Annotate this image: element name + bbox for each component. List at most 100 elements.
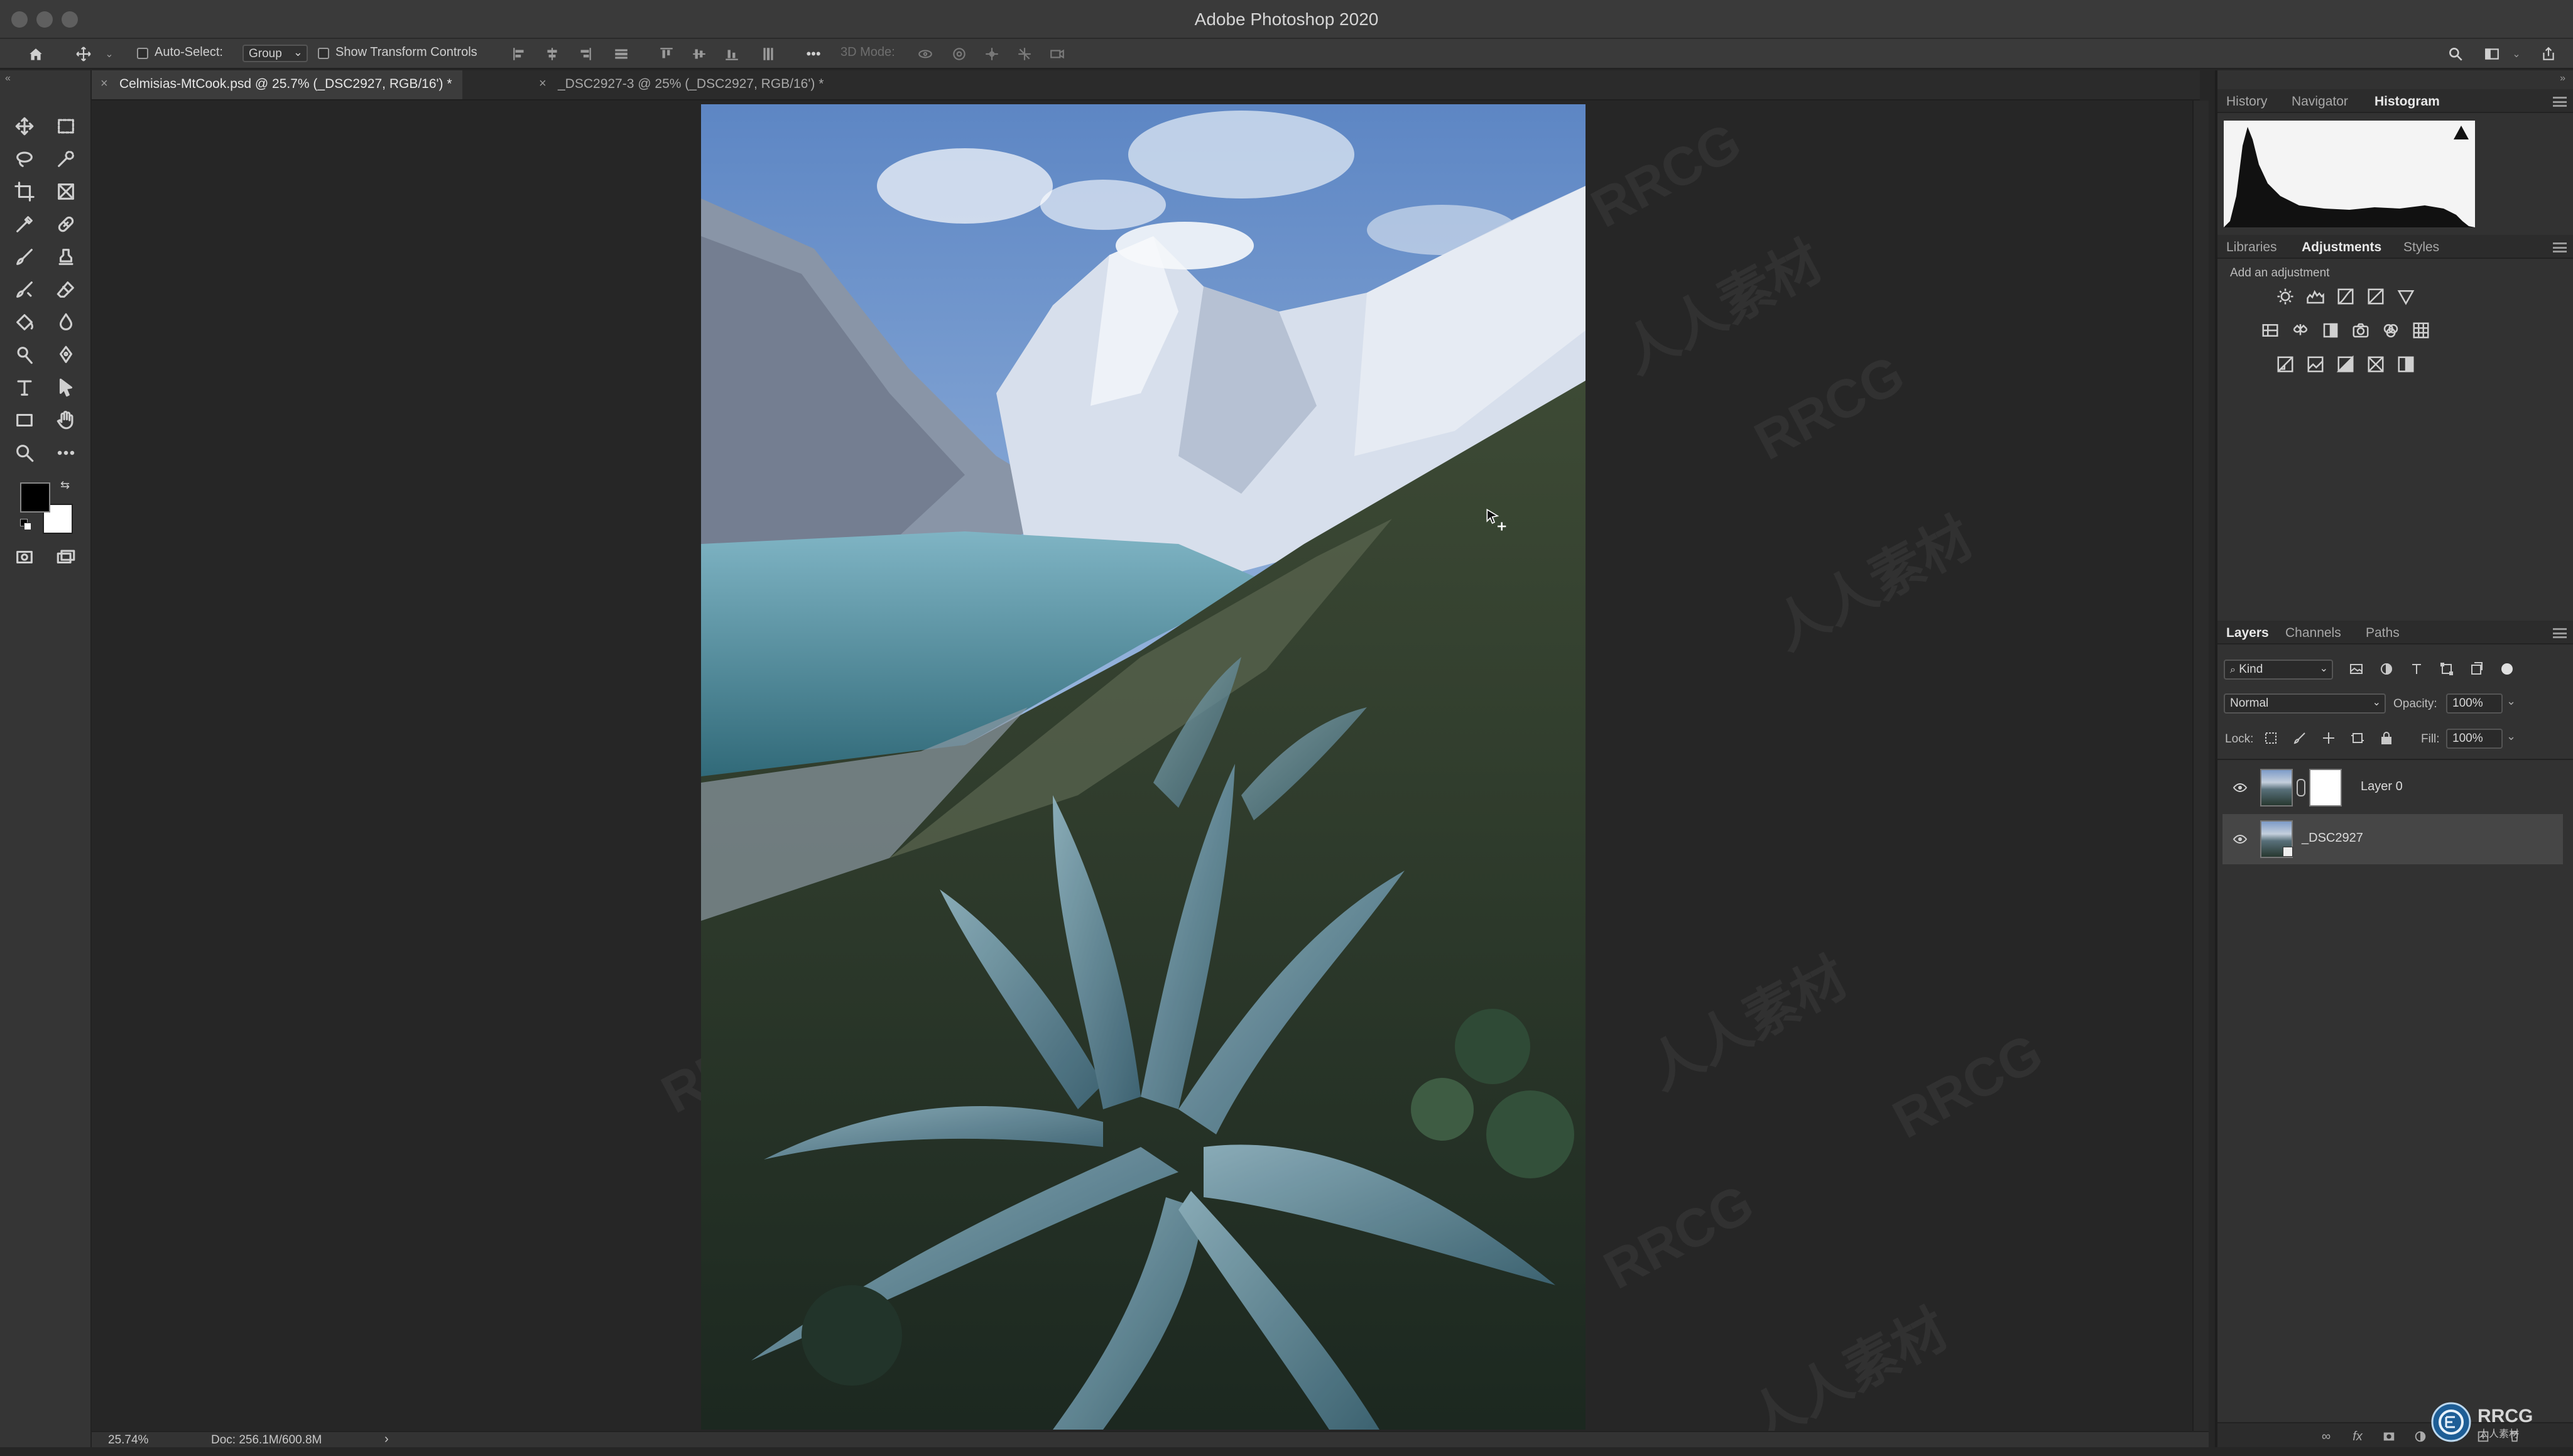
lock-transparent-icon[interactable] [2263,730,2279,746]
dodge-tool-icon[interactable] [9,340,40,369]
vertical-scrollbar[interactable] [2192,101,2209,1431]
tab-channels[interactable]: Channels [2285,626,2341,641]
panel-menu-icon[interactable] [2553,628,2567,638]
exposure-icon[interactable] [2364,285,2387,308]
stamp-tool-icon[interactable] [50,242,82,271]
selective-color-icon[interactable] [2364,353,2387,376]
more-tools-icon[interactable] [50,438,82,467]
document-tab-active[interactable]: × Celmisias-MtCook.psd @ 25.7% (_DSC2927… [92,70,462,99]
vibrance-icon[interactable] [2395,285,2417,308]
more-options-icon[interactable]: ••• [805,46,822,62]
quick-mask-icon[interactable] [9,543,40,572]
crop-tool-icon[interactable] [9,177,40,206]
gradient-map-icon[interactable] [2395,353,2417,376]
tab-navigator[interactable]: Navigator [2292,94,2348,109]
3d-pan-icon[interactable] [984,46,1000,62]
move-tool-icon[interactable] [9,112,40,141]
type-tool-icon[interactable] [9,373,40,402]
opacity-input[interactable]: 100% [2446,693,2503,714]
brush-tool-icon[interactable] [9,242,40,271]
chevron-down-icon[interactable]: ⌄ [2506,730,2516,743]
home-icon[interactable] [25,44,46,65]
levels-icon[interactable] [2304,285,2327,308]
chevron-down-icon[interactable]: ⌄ [2506,695,2516,708]
eraser-tool-icon[interactable] [50,275,82,304]
zoom-tool-icon[interactable] [9,438,40,467]
link-layers-icon[interactable]: ∞ [2318,1428,2334,1445]
tab-libraries[interactable]: Libraries [2226,240,2277,255]
3d-slide-icon[interactable] [1016,46,1033,62]
collapse-panels-icon[interactable]: » [2560,73,2565,84]
threshold-icon[interactable] [2334,353,2357,376]
tab-adjustments[interactable]: Adjustments [2302,240,2381,255]
add-mask-icon[interactable] [2381,1428,2397,1445]
auto-select-checkbox[interactable] [137,48,148,59]
posterize-icon[interactable] [2304,353,2327,376]
screen-mode-icon[interactable] [50,543,82,572]
panel-menu-icon[interactable] [2553,242,2567,253]
filter-shape-icon[interactable] [2439,661,2455,677]
align-left-icon[interactable] [511,46,528,62]
collapse-arrows-icon[interactable]: « [5,73,11,84]
healing-tool-icon[interactable] [50,210,82,239]
filter-pixel-icon[interactable] [2348,661,2364,677]
layer-mask-thumbnail[interactable] [2309,769,2342,807]
layer-style-fx-icon[interactable]: fx [2349,1428,2366,1445]
layer-filter-kind[interactable]: ⌕ Kind ⌄ [2224,660,2333,680]
default-colors-icon[interactable] [20,519,33,531]
color-balance-icon[interactable] [2289,319,2312,342]
blend-mode-dropdown[interactable]: Normal ⌄ [2224,693,2386,714]
search-icon[interactable] [2447,46,2464,62]
lock-position-icon[interactable] [2320,730,2337,746]
blur-tool-icon[interactable] [50,308,82,337]
history-brush-tool-icon[interactable] [9,275,40,304]
lock-artboard-icon[interactable] [2349,730,2366,746]
lock-image-icon[interactable] [2292,730,2308,746]
zoom-level[interactable]: 25.74% [108,1433,148,1447]
align-middle-v-icon[interactable] [691,46,707,62]
move-tool-preset-icon[interactable] [75,46,92,62]
filter-adjustment-icon[interactable] [2378,661,2395,677]
transform-controls-checkbox[interactable] [318,48,329,59]
brightness-contrast-icon[interactable] [2274,285,2297,308]
tab-styles[interactable]: Styles [2403,240,2439,255]
rectangle-tool-icon[interactable] [9,406,40,435]
chevron-down-icon[interactable]: ⌄ [2511,46,2521,62]
pen-tool-icon[interactable] [50,340,82,369]
swap-colors-icon[interactable]: ⇆ [60,479,70,492]
channel-mixer-icon[interactable] [2380,319,2402,342]
marquee-tool-icon[interactable] [50,112,82,141]
workspace-icon[interactable] [2484,46,2500,62]
close-tab-icon[interactable]: × [101,77,108,91]
frame-tool-icon[interactable] [50,177,82,206]
document-tab[interactable]: × _DSC2927-3 @ 25% (_DSC2927, RGB/16') * [530,70,834,99]
visibility-eye-icon[interactable] [2233,780,2248,795]
new-adjustment-layer-icon[interactable] [2412,1428,2429,1445]
hand-tool-icon[interactable] [50,406,82,435]
distribute-icon[interactable] [613,46,629,62]
3d-camera-icon[interactable] [1049,46,1065,62]
filter-toggle[interactable] [2501,663,2513,675]
tab-histogram[interactable]: Histogram [2374,94,2440,109]
align-top-icon[interactable] [658,46,675,62]
document-image[interactable] [701,104,1586,1430]
tab-layers[interactable]: Layers [2226,626,2269,641]
tab-paths[interactable]: Paths [2366,626,2400,641]
eyedropper-tool-icon[interactable] [9,210,40,239]
path-selection-tool-icon[interactable] [50,373,82,402]
foreground-color-swatch[interactable] [20,482,50,513]
chevron-down-icon[interactable]: ⌄ [104,46,114,62]
lasso-tool-icon[interactable] [9,144,40,173]
filter-smart-object-icon[interactable] [2469,661,2485,677]
photo-filter-icon[interactable] [2349,319,2372,342]
align-right-icon[interactable] [577,46,593,62]
3d-orbit-icon[interactable] [917,46,933,62]
distribute-v-icon[interactable] [760,46,776,62]
quick-select-tool-icon[interactable] [50,144,82,173]
color-lookup-icon[interactable] [2410,319,2432,342]
auto-select-dropdown[interactable]: Group ⌄ [242,45,308,62]
visibility-eye-icon[interactable] [2233,832,2248,847]
tab-history[interactable]: History [2226,94,2267,109]
share-icon[interactable] [2540,46,2557,62]
chevron-right-icon[interactable]: › [384,1432,389,1447]
